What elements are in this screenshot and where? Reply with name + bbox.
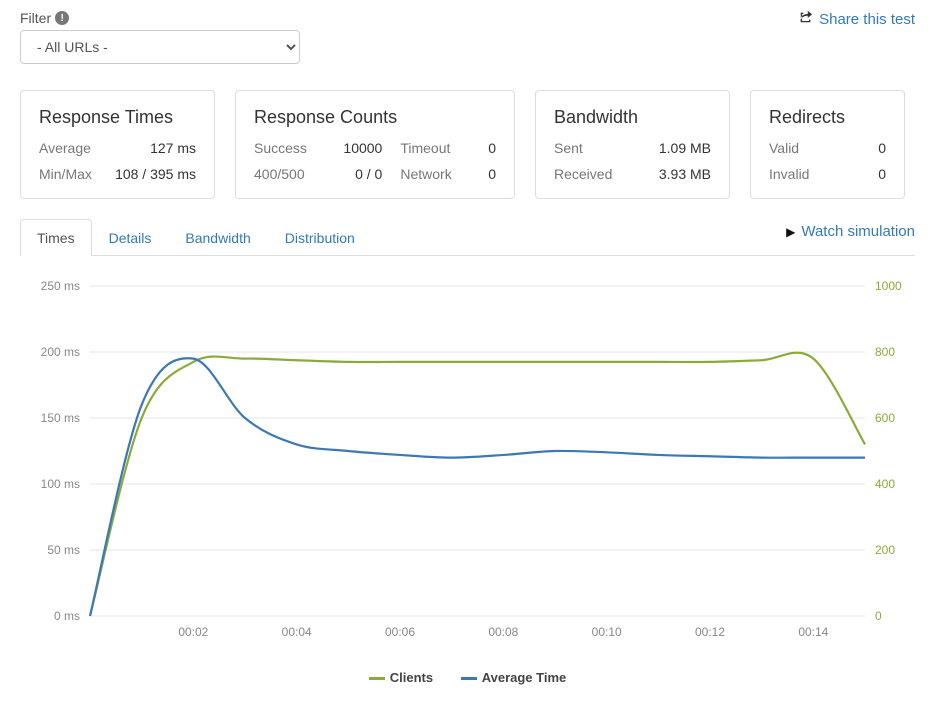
stat-value: 0 (853, 140, 886, 156)
svg-text:800: 800 (875, 345, 895, 359)
tab-bandwidth[interactable]: Bandwidth (168, 219, 267, 256)
filter-label: Filter (20, 10, 51, 26)
stat-label: Min/Max (39, 166, 94, 182)
stat-label: 400/500 (254, 166, 316, 182)
card-response-counts: Response Counts Success 10000 Timeout 0 400/… (235, 90, 515, 199)
tab-distribution[interactable]: Distribution (268, 219, 372, 256)
svg-text:50 ms: 50 ms (47, 543, 80, 557)
svg-text:200 ms: 200 ms (41, 345, 80, 359)
stat-value: 108 / 395 ms (112, 166, 196, 182)
chart-tabs: TimesDetailsBandwidthDistribution (20, 219, 915, 256)
stat-value: 0 (479, 140, 496, 156)
svg-text:1000: 1000 (875, 279, 902, 293)
stat-label: Valid (769, 140, 835, 156)
card-title: Response Counts (254, 107, 496, 128)
stat-value: 10000 (334, 140, 382, 156)
svg-text:00:14: 00:14 (798, 625, 828, 639)
share-link[interactable]: Share this test (799, 10, 915, 28)
svg-text:100 ms: 100 ms (41, 477, 80, 491)
card-bandwidth: Bandwidth Sent 1.09 MB Received 3.93 MB (535, 90, 730, 199)
svg-text:150 ms: 150 ms (41, 411, 80, 425)
stat-label: Sent (554, 140, 627, 156)
card-title: Bandwidth (554, 107, 711, 128)
info-icon[interactable]: ! (55, 11, 69, 25)
filter-select[interactable]: - All URLs - (20, 30, 300, 64)
card-title: Redirects (769, 107, 886, 128)
tab-details[interactable]: Details (92, 219, 169, 256)
stat-label: Network (400, 166, 461, 182)
stat-value: 0 / 0 (334, 166, 382, 182)
svg-text:250 ms: 250 ms (41, 279, 80, 293)
svg-text:200: 200 (875, 543, 895, 557)
svg-text:400: 400 (875, 477, 895, 491)
times-chart: 0 ms 0 50 ms 200 100 ms 400 150 ms 600 200 ms 800… (20, 266, 915, 666)
stat-value: 127 ms (112, 140, 196, 156)
stat-value: 1.09 MB (645, 140, 711, 156)
stat-label: Invalid (769, 166, 835, 182)
svg-text:0: 0 (875, 609, 882, 623)
svg-text:600: 600 (875, 411, 895, 425)
svg-text:0 ms: 0 ms (54, 609, 80, 623)
stat-label: Average (39, 140, 94, 156)
tab-times[interactable]: Times (20, 219, 92, 256)
watch-simulation-link[interactable]: ▶ Watch simulation (786, 223, 915, 240)
stat-label: Timeout (400, 140, 461, 156)
chart-legend: Clients Average Time (20, 670, 915, 685)
share-icon (799, 10, 813, 28)
svg-text:00:12: 00:12 (695, 625, 725, 639)
svg-text:00:08: 00:08 (488, 625, 518, 639)
svg-text:00:06: 00:06 (385, 625, 415, 639)
stat-label: Received (554, 166, 627, 182)
svg-text:00:04: 00:04 (282, 625, 312, 639)
stat-value: 0 (479, 166, 496, 182)
card-title: Response Times (39, 107, 196, 128)
card-response-times: Response Times Average 127 ms Min/Max 108 /… (20, 90, 215, 199)
play-icon: ▶ (786, 225, 795, 239)
card-redirects: Redirects Valid 0 Invalid 0 (750, 90, 905, 199)
svg-text:00:10: 00:10 (592, 625, 622, 639)
stat-value: 0 (853, 166, 886, 182)
stat-value: 3.93 MB (645, 166, 711, 182)
stat-label: Success (254, 140, 316, 156)
svg-text:00:02: 00:02 (178, 625, 208, 639)
